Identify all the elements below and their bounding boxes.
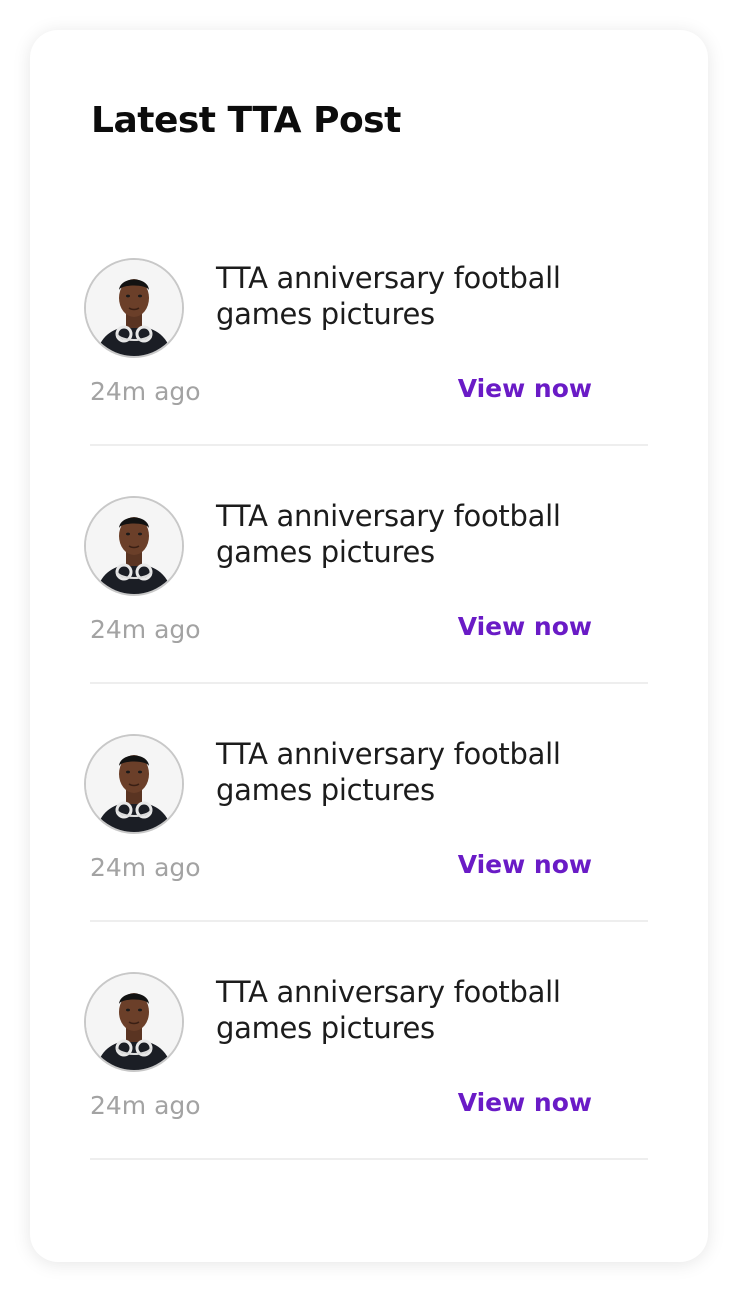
- post-item: TTA anniversary football games pictures …: [30, 496, 708, 734]
- user-avatar-icon: [84, 258, 184, 358]
- user-avatar-icon: [84, 972, 184, 1072]
- user-avatar-icon: [84, 496, 184, 596]
- post-title: TTA anniversary football games pictures: [216, 499, 561, 569]
- divider: [90, 682, 648, 684]
- latest-posts-card: Latest TTA Post TTA anniversary football…: [30, 30, 708, 1262]
- user-avatar-icon: [84, 734, 184, 834]
- divider: [90, 920, 648, 922]
- post-item: TTA anniversary football games pictures …: [30, 972, 708, 1210]
- card-title: Latest TTA Post: [91, 100, 401, 141]
- post-title: TTA anniversary football games pictures: [216, 737, 561, 807]
- divider: [90, 444, 648, 446]
- view-now-link[interactable]: View now: [458, 612, 592, 641]
- post-timestamp: 24m ago: [90, 615, 201, 644]
- post-title: TTA anniversary football games pictures: [216, 261, 561, 331]
- post-item: TTA anniversary football games pictures …: [30, 258, 708, 496]
- post-timestamp: 24m ago: [90, 1091, 201, 1120]
- post-title: TTA anniversary football games pictures: [216, 975, 561, 1045]
- post-timestamp: 24m ago: [90, 377, 201, 406]
- post-timestamp: 24m ago: [90, 853, 201, 882]
- view-now-link[interactable]: View now: [458, 1088, 592, 1117]
- post-item: TTA anniversary football games pictures …: [30, 734, 708, 972]
- divider: [90, 1158, 648, 1160]
- view-now-link[interactable]: View now: [458, 374, 592, 403]
- view-now-link[interactable]: View now: [458, 850, 592, 879]
